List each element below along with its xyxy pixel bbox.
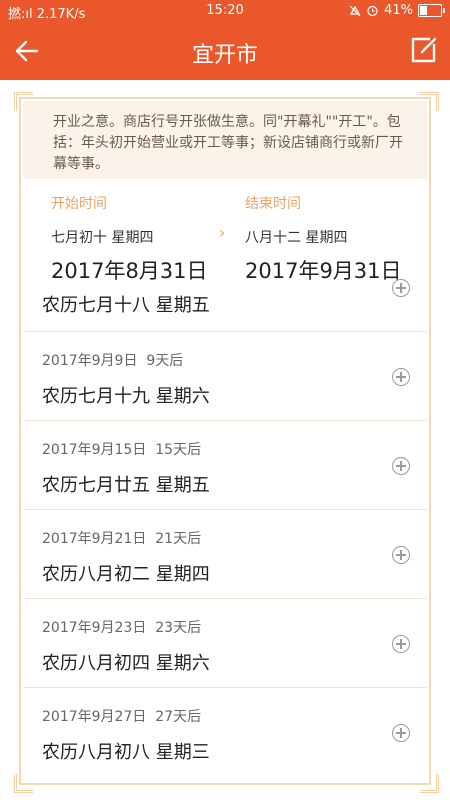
solar-date: 2017年9月21日 [42, 531, 147, 547]
days-offset: 21天后 [155, 531, 202, 547]
solar-date: 2017年9月15日 [42, 442, 147, 458]
solar-date: 2017年9月23日 [42, 620, 147, 636]
lunar-date: 农历八月初二 星期四 [42, 564, 210, 585]
status-right: 41% [349, 3, 445, 18]
result-list: 农历七月十八 星期五 2017年9月9日 9天后 农历七月十九 星期六 2017… [23, 279, 427, 777]
edit-icon[interactable] [408, 35, 438, 65]
lunar-date: 农历八月初八 星期三 [42, 742, 210, 763]
nav-bar: 宜开市 [0, 22, 450, 80]
solar-date: 2017年9月27日 [42, 709, 147, 725]
add-reminder-icon[interactable] [392, 546, 410, 564]
end-time-label: 结束时间 [245, 196, 301, 212]
lunar-date: 农历七月十八 星期五 [42, 295, 210, 316]
end-lunar-date: 八月十二 星期四 [245, 230, 348, 246]
battery-percent: 41% [384, 3, 413, 18]
days-offset: 27天后 [155, 709, 202, 725]
add-reminder-icon[interactable] [392, 635, 410, 653]
add-reminder-icon[interactable] [392, 724, 410, 742]
end-time-picker[interactable]: 结束时间 八月十二 星期四 2017年9月31日 [245, 181, 425, 285]
start-time-label: 开始时间 [51, 196, 107, 212]
date-line: 2017年9月15日 15天后 [42, 439, 201, 459]
alarm-icon [367, 5, 378, 17]
days-offset: 9天后 [146, 353, 184, 369]
list-item[interactable]: 农历七月十八 星期五 [23, 279, 427, 332]
status-bar: 撚:ıl 2.17K/s 15:20 41% [0, 0, 450, 22]
days-offset: 15天后 [155, 442, 202, 458]
battery-icon [418, 4, 445, 17]
start-time-picker[interactable]: 开始时间 七月初十 星期四 2017年8月31日 [51, 181, 231, 285]
date-line: 2017年9月9日 9天后 [42, 350, 183, 370]
silent-icon [349, 5, 361, 16]
date-range-selector: 开始时间 七月初十 星期四 2017年8月31日 › 结束时间 八月十二 星期四… [23, 181, 427, 283]
lunar-date: 农历八月初四 星期六 [42, 653, 210, 674]
add-reminder-icon[interactable] [392, 368, 410, 386]
lunar-date: 农历七月十九 星期六 [42, 386, 210, 407]
list-item[interactable]: 2017年9月21日 21天后 农历八月初二 星期四 [23, 510, 427, 599]
list-item[interactable]: 2017年9月23日 23天后 农历八月初四 星期六 [23, 599, 427, 688]
lunar-date: 农历七月廿五 星期五 [42, 475, 210, 496]
add-reminder-icon[interactable] [392, 457, 410, 475]
description-text: 开业之意。商店行号开张做生意。同"开幕礼""开工"。包括：年头初开始营业或开工等… [23, 101, 427, 179]
page-title: 宜开市 [191, 43, 258, 68]
start-lunar-date: 七月初十 星期四 [51, 230, 154, 246]
days-offset: 23天后 [155, 620, 202, 636]
date-line: 2017年9月27日 27天后 [42, 706, 201, 726]
date-line: 2017年9月23日 23天后 [42, 617, 201, 637]
list-item[interactable]: 2017年9月15日 15天后 农历七月廿五 星期五 [23, 421, 427, 510]
solar-date: 2017年9月9日 [42, 353, 138, 369]
battery-fill [420, 6, 428, 15]
list-item[interactable]: 2017年9月27日 27天后 农历八月初八 星期三 [23, 688, 427, 777]
list-item[interactable]: 2017年9月9日 9天后 农历七月十九 星期六 [23, 332, 427, 421]
chevron-right-icon: › [219, 223, 226, 242]
date-line: 2017年9月21日 21天后 [42, 528, 201, 548]
add-reminder-icon[interactable] [392, 279, 410, 297]
